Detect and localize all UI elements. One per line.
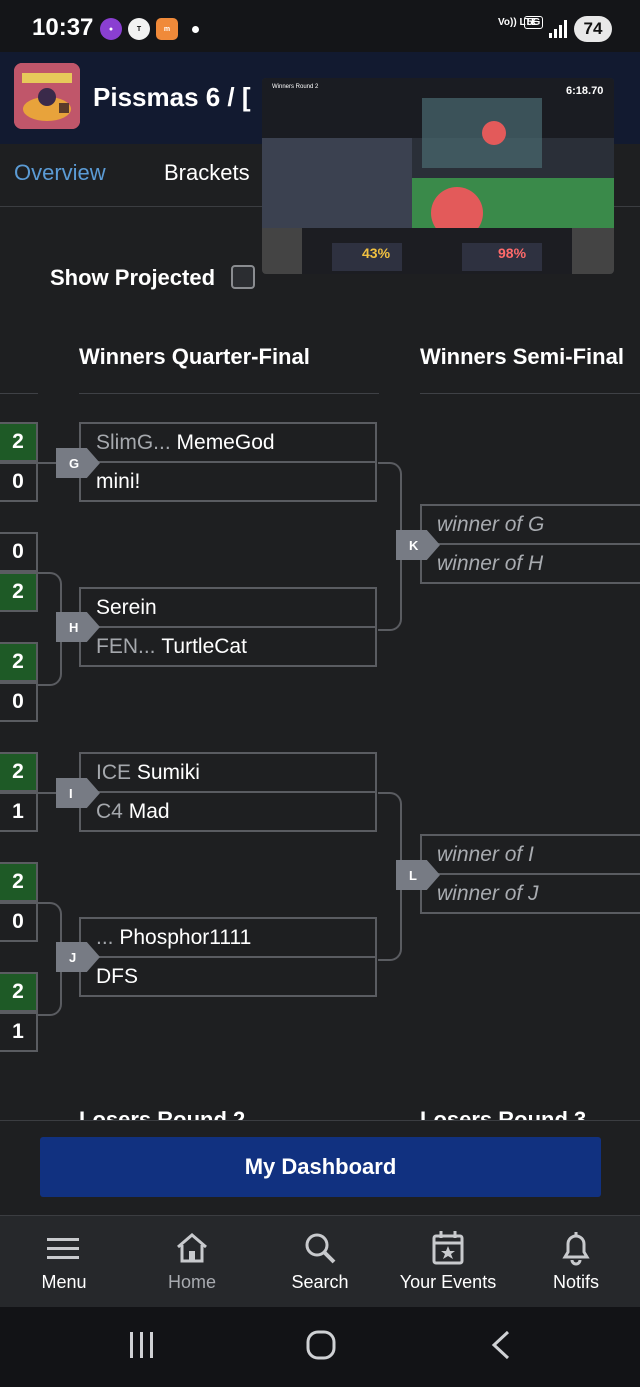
home-button-icon[interactable] <box>306 1330 336 1360</box>
player-prefix: C4 <box>96 799 123 823</box>
player-name: Sumiki <box>136 760 200 784</box>
stream-video-frame: Winners Round 2 6:18.70 43% 98% <box>262 78 614 274</box>
match-j-player1[interactable]: ... Phosphor1111 <box>79 917 377 957</box>
player-name: Phosphor1111 <box>119 925 252 949</box>
match-g-player1[interactable]: SlimG... MemeGod <box>79 422 377 462</box>
feeder-score: 2 <box>0 572 38 612</box>
match-g-p2-score: 0 <box>0 462 38 502</box>
match-h-player1[interactable]: Serein <box>79 587 377 627</box>
player-prefix: ICE <box>96 760 132 784</box>
video-round-label: Winners Round 2 <box>272 84 319 90</box>
nav-label: Your Events <box>399 1272 497 1292</box>
event-logo[interactable] <box>14 63 80 129</box>
nav-notifs[interactable]: Notifs <box>516 1226 636 1293</box>
recent-apps-icon[interactable] <box>128 1332 156 1358</box>
signal-icon <box>549 20 567 38</box>
nav-menu[interactable]: Menu <box>4 1226 124 1293</box>
player-name: DFS <box>96 964 138 988</box>
event-logo-art <box>14 63 80 129</box>
more-notifications-icon <box>192 26 199 33</box>
battery-indicator: 74 <box>574 16 612 42</box>
match-k-player1[interactable]: winner of G <box>420 504 640 544</box>
status-time: 10:37 <box>32 14 94 41</box>
tab-brackets[interactable]: Brackets <box>164 160 250 186</box>
search-icon <box>305 1233 336 1264</box>
tab-overview[interactable]: Overview <box>14 160 106 186</box>
status-bar <box>0 0 640 52</box>
home-icon <box>177 1233 207 1263</box>
bell-icon <box>562 1232 590 1266</box>
player-name: MemeGod <box>176 430 275 454</box>
show-projected-checkbox[interactable] <box>231 265 255 289</box>
divider <box>79 393 379 394</box>
feeder-score: 0 <box>0 532 38 572</box>
stream-video-player[interactable]: Winners Round 2 6:18.70 43% 98% <box>262 78 614 274</box>
app2-notification-icon: m <box>156 18 178 40</box>
nav-label: Home <box>167 1272 216 1292</box>
projected-player: winner of J <box>437 881 539 905</box>
player-name: Serein <box>96 595 157 619</box>
video-timer: 6:18.70 <box>566 85 603 97</box>
calendar-star-icon <box>432 1231 464 1265</box>
divider <box>0 393 38 394</box>
match-k-player2[interactable]: winner of H <box>420 544 640 584</box>
match-h-player2[interactable]: FEN... TurtleCat <box>79 627 377 667</box>
nav-label: Notifs <box>552 1272 599 1292</box>
back-icon[interactable] <box>490 1330 512 1360</box>
show-projected-label: Show Projected <box>50 265 216 290</box>
feeder-score: 0 <box>0 902 38 942</box>
feeder-score: 1 <box>0 1012 38 1052</box>
player-prefix: ... <box>96 925 114 949</box>
match-i-p1-score: 2 <box>0 752 38 792</box>
feeder-score: 2 <box>0 862 38 902</box>
round-title-losers-3: Losers Round 3 <box>420 1107 587 1120</box>
menu-icon <box>47 1238 79 1259</box>
nav-search[interactable]: Search <box>260 1226 380 1293</box>
match-l-player1[interactable]: winner of I <box>420 834 640 874</box>
nav-label: Search <box>291 1272 349 1292</box>
match-g-player2[interactable]: mini! <box>79 462 377 502</box>
feeder-score: 2 <box>0 972 38 1012</box>
nav-label: Menu <box>41 1272 87 1292</box>
match-i-p2-score: 1 <box>0 792 38 832</box>
video-p2-percent: 98% <box>498 245 527 261</box>
network-type: 5G <box>524 16 544 29</box>
player-name: mini! <box>96 469 141 493</box>
talk-notification-icon: T <box>128 18 150 40</box>
player-prefix: SlimG... <box>96 430 171 454</box>
app-notification-icon: ● <box>100 18 122 40</box>
match-l-player2[interactable]: winner of J <box>420 874 640 914</box>
match-j-player2[interactable]: DFS <box>79 957 377 997</box>
event-title: Pissmas 6 / [ <box>93 82 251 112</box>
projected-player: winner of G <box>437 512 545 536</box>
feeder-score: 0 <box>0 682 38 722</box>
round-title-winners-quarter: Winners Quarter-Final <box>79 344 310 369</box>
player-prefix: FEN... <box>96 634 156 658</box>
video-p1-percent: 43% <box>362 245 391 261</box>
feeder-score: 2 <box>0 642 38 682</box>
match-g-p1-score: 2 <box>0 422 38 462</box>
nav-your-events[interactable]: Your Events <box>388 1226 508 1293</box>
divider <box>420 393 640 394</box>
nav-home[interactable]: Home <box>132 1226 252 1293</box>
projected-player: winner of I <box>437 842 534 866</box>
player-name: TurtleCat <box>161 634 247 658</box>
round-title-winners-semi: Winners Semi-Final <box>420 344 624 369</box>
player-name: Mad <box>128 799 170 823</box>
projected-player: winner of H <box>437 551 544 575</box>
round-title-losers-2: Losers Round 2 <box>79 1107 246 1120</box>
my-dashboard-button[interactable]: My Dashboard <box>40 1137 601 1197</box>
match-i-player1[interactable]: ICE Sumiki <box>79 752 377 792</box>
match-i-player2[interactable]: C4 Mad <box>79 792 377 832</box>
